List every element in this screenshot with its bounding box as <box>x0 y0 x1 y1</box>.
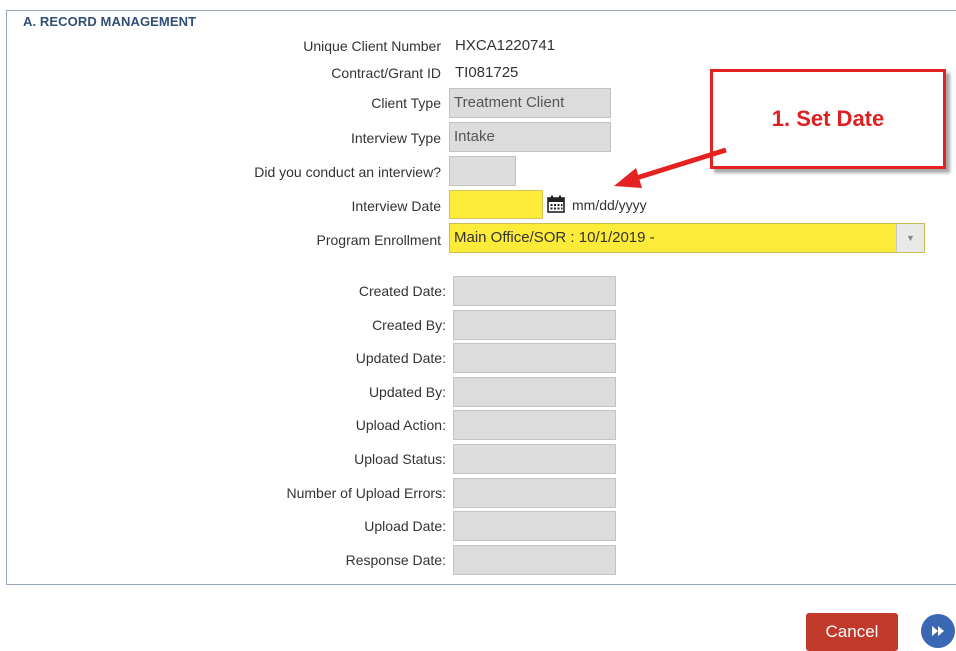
metadata-field[interactable] <box>453 511 616 542</box>
callout-text: 1. Set Date <box>771 106 885 131</box>
contract-grant-id-label: Contract/Grant ID <box>331 65 441 81</box>
next-button[interactable] <box>921 614 955 648</box>
metadata-label: Number of Upload Errors: <box>286 484 446 501</box>
unique-client-number-label: Unique Client Number <box>303 38 441 54</box>
metadata-label: Updated Date: <box>355 350 446 367</box>
client-type-label: Client Type <box>371 95 441 111</box>
conducted-interview-field[interactable] <box>449 156 516 186</box>
cancel-button[interactable]: Cancel <box>806 613 898 651</box>
metadata-field[interactable] <box>453 444 616 474</box>
date-format-hint: mm/dd/yyyy <box>572 197 647 213</box>
metadata-field[interactable] <box>453 309 616 340</box>
fast-forward-icon <box>932 626 944 636</box>
metadata-label: Upload Action: <box>355 417 446 434</box>
metadata-label: Upload Status: <box>354 451 446 467</box>
metadata-label: Upload Date: <box>364 518 446 535</box>
interview-date-label: Interview Date <box>351 198 441 214</box>
program-enrollment-label: Program Enrollment <box>316 232 442 248</box>
unique-client-number-value: HXCA1220741 <box>455 37 556 54</box>
program-enrollment-select[interactable]: Main Office/SOR : 10/1/2019 - ▼ <box>449 223 925 253</box>
contract-grant-id-value: TI081725 <box>455 64 519 81</box>
metadata-field[interactable] <box>453 343 616 374</box>
metadata-field[interactable] <box>453 544 616 575</box>
metadata-field[interactable] <box>453 276 616 306</box>
client-type-field[interactable]: Treatment Client <box>449 88 611 118</box>
callout-arrow-icon <box>614 147 727 188</box>
metadata-field[interactable] <box>453 477 616 508</box>
interview-type-field[interactable]: Intake <box>449 122 611 152</box>
metadata-label: Response Date: <box>345 551 446 568</box>
caret-down-icon[interactable]: ▼ <box>896 224 924 252</box>
metadata-field[interactable] <box>453 410 616 441</box>
program-enrollment-value: Main Office/SOR : 10/1/2019 - <box>454 229 655 246</box>
metadata-field[interactable] <box>453 376 616 407</box>
set-date-callout: 1. Set Date <box>710 69 946 169</box>
interview-type-label: Interview Type <box>350 130 441 146</box>
conducted-interview-label: Did you conduct an interview? <box>254 164 441 180</box>
metadata-label: Created Date: <box>358 283 446 299</box>
interview-date-input[interactable] <box>449 190 543 219</box>
calendar-icon[interactable] <box>546 194 566 214</box>
metadata-label: Updated By: <box>368 383 446 400</box>
metadata-label: Created By: <box>372 316 446 333</box>
section-title: A. RECORD MANAGEMENT <box>19 14 201 29</box>
